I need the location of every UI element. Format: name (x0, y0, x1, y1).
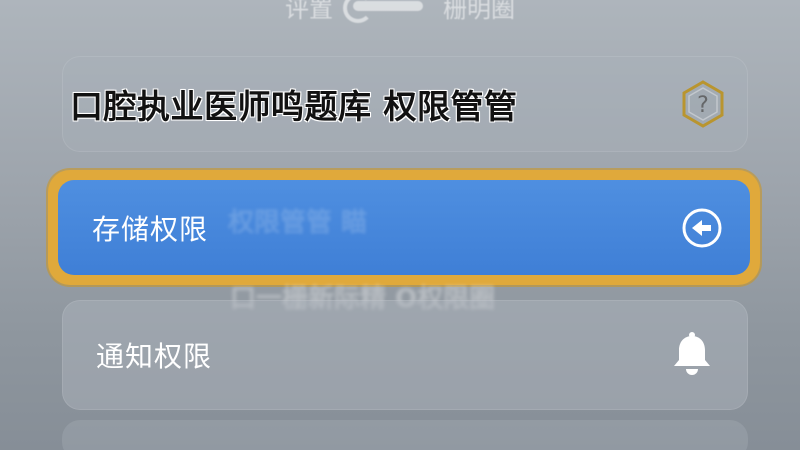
page-title: 口腔执业医师鸣题库 权限管管 (70, 87, 518, 126)
back-arrow-circle-icon[interactable] (680, 206, 724, 250)
notification-permission-label: 通知权限 (96, 340, 213, 373)
storage-permission-label: 存储权限 (92, 212, 209, 246)
notification-permission-row[interactable]: 通知权限 (62, 300, 748, 410)
permission-title-card: 口腔执业医师鸣题库 权限管管 ? (62, 56, 748, 152)
storage-permission-row[interactable]: 存储权限 权限管管 瞄 (58, 180, 750, 275)
bottom-ghost-card (62, 420, 748, 450)
ghost-arrow-icon (343, 0, 423, 23)
top-ghost-right-text: 栅明圈 (443, 0, 515, 23)
svg-text:?: ? (697, 93, 709, 118)
bell-icon[interactable] (668, 331, 716, 379)
top-ghost-left-text: 评置 (285, 0, 333, 23)
ghost-swirl-icon (0, 6, 16, 22)
help-hexagon-icon[interactable]: ? (680, 79, 726, 129)
storage-ghost-text: 权限管管 瞄 (228, 208, 368, 238)
storage-permission-highlight: 存储权限 权限管管 瞄 (48, 170, 760, 285)
top-ghost-header: 评置 栅明圈 (0, 0, 800, 26)
